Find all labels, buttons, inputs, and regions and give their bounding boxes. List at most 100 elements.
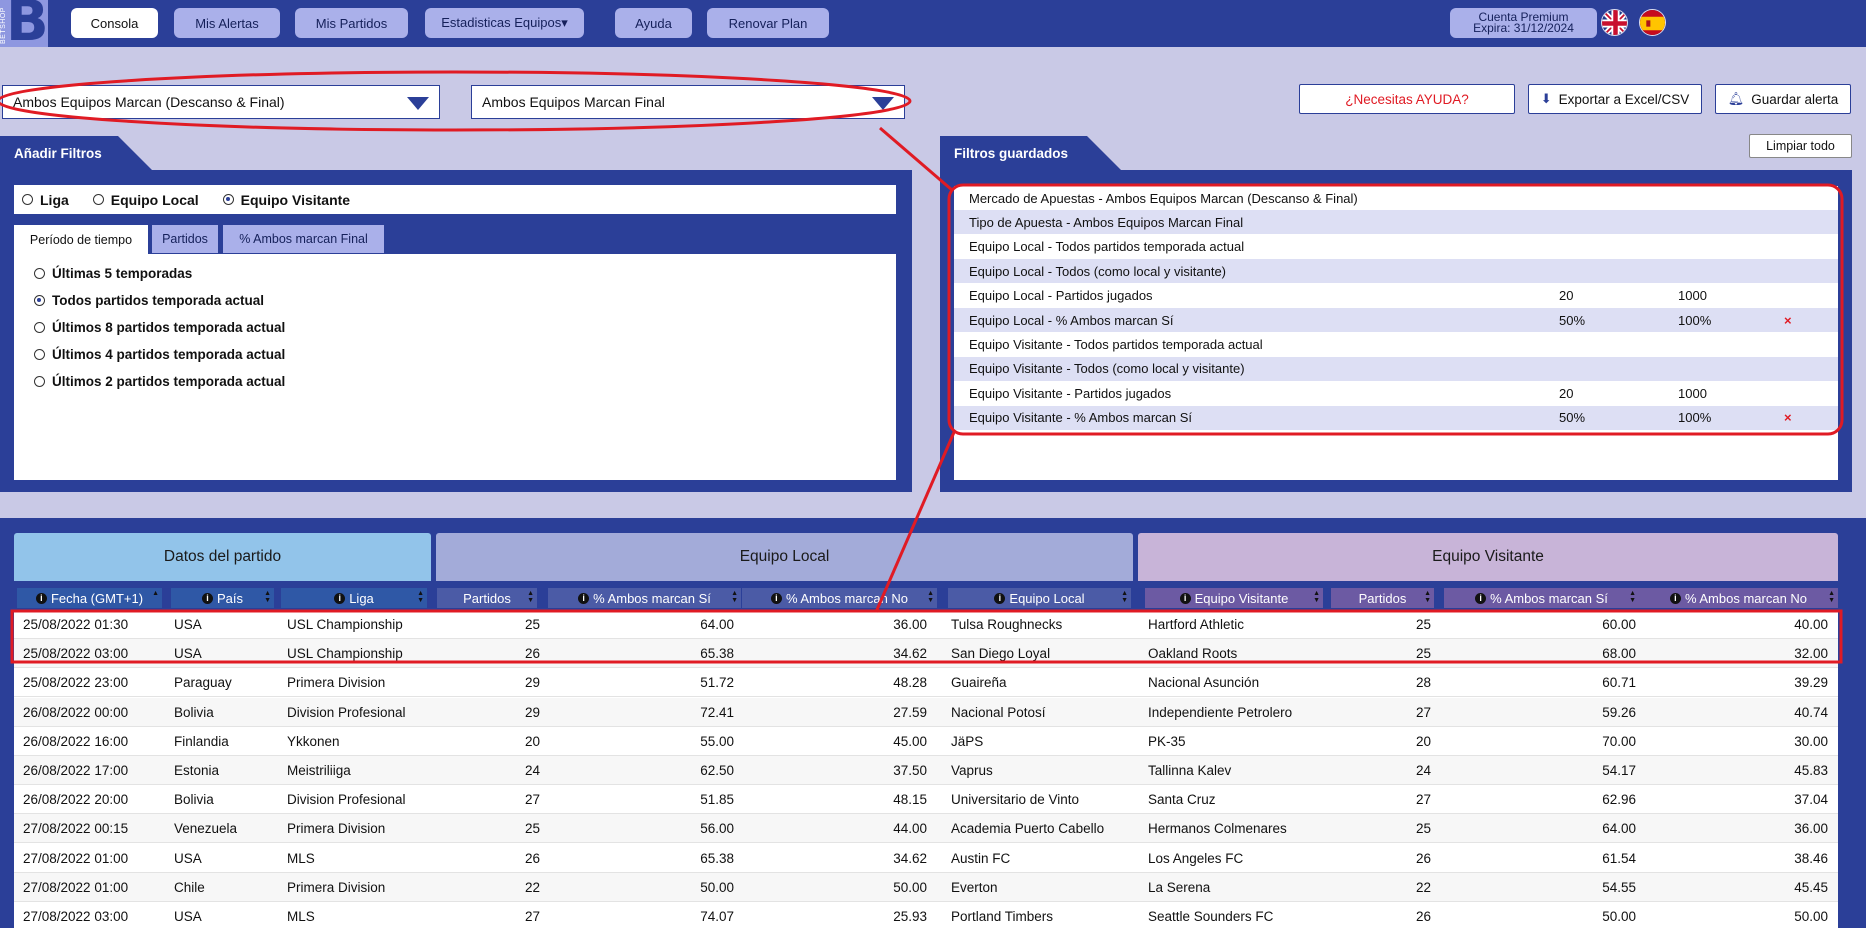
group-datos-partido: Datos del partido	[14, 533, 431, 581]
info-icon[interactable]: i	[1179, 592, 1191, 604]
table-row[interactable]: 26/08/2022 17:00 Estonia Meistriliiga 24 62.…	[14, 756, 1838, 785]
clear-all-button[interactable]: Limpiar todo	[1749, 134, 1852, 158]
table-cell: Santa Cruz	[1148, 792, 1216, 808]
table-cell: 64.00	[1602, 821, 1636, 837]
nav-renovar-plan[interactable]: Renovar Plan	[707, 8, 829, 38]
table-row[interactable]: 25/08/2022 03:00 USA USL Championship 26 65.…	[14, 639, 1838, 669]
nav-mis-partidos[interactable]: Mis Partidos	[295, 8, 408, 38]
sort-icon[interactable]: ▲ ▼	[1313, 590, 1320, 604]
sort-icon[interactable]: ▲ ▼	[1424, 590, 1431, 604]
option-ultimos-8-partidos[interactable]: Últimos 8 partidos temporada actual	[34, 320, 285, 335]
info-icon[interactable]: i	[35, 592, 47, 604]
table-cell: 25	[524, 821, 540, 837]
sort-icon[interactable]: ▲ ▼	[731, 590, 738, 604]
column-header-7[interactable]: i Equipo Visitante ▲ ▼	[1145, 588, 1323, 608]
option-todos-partidos[interactable]: Todos partidos temporada actual	[34, 293, 264, 308]
radio-circle-selected	[34, 295, 45, 306]
table-cell: 25	[1415, 617, 1431, 632]
nav-estadisticas-equipos[interactable]: Estadisticas Equipos▾	[425, 8, 584, 38]
saved-filter-label: Equipo Local - Todos partidos temporada …	[969, 239, 1245, 255]
info-icon[interactable]: i	[578, 592, 590, 604]
table-cell: Estonia	[174, 763, 220, 778]
column-header-label: Partidos	[1358, 590, 1407, 606]
tab-periodo-de-tiempo[interactable]: Período de tiempo	[14, 225, 148, 255]
table-cell: 34.62	[893, 646, 927, 662]
option-ultimos-2-partidos[interactable]: Últimos 2 partidos temporada actual	[34, 374, 285, 389]
table-row[interactable]: 27/08/2022 01:00 USA MLS 26 65.38 34.62 Austin…	[14, 844, 1838, 873]
uk-flag-icon[interactable]	[1601, 9, 1628, 36]
column-header-5[interactable]: i% Ambos marcan No ▲ ▼	[742, 588, 937, 608]
sort-icon[interactable]: ▲ ▼	[417, 590, 424, 604]
column-header-2[interactable]: i Liga ▲ ▼	[281, 588, 427, 608]
bet-type-select[interactable]: Ambos Equipos Marcan Final	[471, 85, 905, 119]
radio-liga[interactable]: Liga	[22, 192, 69, 208]
option-ultimas-5-temporadas[interactable]: Últimas 5 temporadas	[34, 266, 192, 281]
table-cell: Independiente Petrolero	[1148, 704, 1293, 720]
table-row[interactable]: 25/08/2022 01:30 USA USL Championship 25 64.…	[14, 610, 1838, 639]
tab-partidos[interactable]: Partidos	[152, 225, 218, 253]
saved-filter-label: Equipo Visitante - Partidos jugados	[969, 385, 1172, 401]
help-button[interactable]: ¿Necesitas AYUDA?	[1299, 84, 1515, 114]
info-icon[interactable]: i	[1669, 592, 1681, 604]
radio-equipo-local[interactable]: Equipo Local	[92, 192, 199, 208]
sort-icon[interactable]: ▲ ▼	[527, 590, 534, 604]
radio-equipo-visitante[interactable]: Equipo Visitante	[222, 191, 351, 208]
radio-label: Equipo Visitante	[240, 191, 351, 208]
export-button[interactable]: ⬇ Exportar a Excel/CSV	[1528, 84, 1702, 114]
nav-ayuda[interactable]: Ayuda	[615, 8, 692, 38]
saved-filter-max: 1000	[1678, 385, 1707, 401]
nav-consola[interactable]: Consola	[71, 8, 158, 38]
table-cell: 51.85	[700, 792, 734, 808]
info-icon[interactable]: i	[334, 592, 346, 604]
table-cell: Bolivia	[174, 704, 214, 720]
info-icon[interactable]: i	[1475, 592, 1487, 604]
account-badge[interactable]: Cuenta Premium Expira: 31/12/2024	[1450, 8, 1597, 38]
sort-icon[interactable]: ▲ ▼	[1121, 590, 1128, 604]
column-header-0[interactable]: i Fecha (GMT+1) ▲	[17, 588, 162, 608]
table-row[interactable]: 26/08/2022 20:00 Bolivia Division Profesio…	[14, 785, 1838, 815]
logo[interactable]: BETSHOP B	[0, 0, 48, 47]
table-cell: Meistriliiga	[287, 763, 351, 778]
info-icon[interactable]: i	[201, 592, 213, 604]
logo-letter: B	[6, 0, 48, 47]
table-cell: USA	[174, 617, 202, 632]
sort-icon[interactable]: ▲ ▼	[927, 590, 934, 604]
column-header-10[interactable]: i% Ambos marcan No ▲ ▼	[1639, 588, 1838, 608]
remove-filter-icon[interactable]: ×	[1784, 313, 1792, 328]
radio-label: Liga	[40, 191, 69, 208]
save-alert-button[interactable]: 🔔︎ Guardar alerta	[1715, 84, 1851, 114]
column-header-6[interactable]: i Equipo Local ▲ ▼	[948, 588, 1131, 608]
table-cell: 27	[524, 792, 540, 808]
table-row[interactable]: 25/08/2022 23:00 Paraguay Primera Division…	[14, 668, 1838, 698]
table-cell: Academia Puerto Cabello	[951, 821, 1105, 837]
info-icon[interactable]: i	[770, 592, 782, 604]
remove-filter-icon[interactable]: ×	[1784, 410, 1792, 425]
table-row[interactable]: 27/08/2022 03:00 USA MLS 27 74.07 25.93 Portla…	[14, 902, 1838, 928]
sort-icon[interactable]: ▲ ▼	[1629, 590, 1636, 604]
table-cell: 48.28	[893, 675, 927, 691]
table-row[interactable]: 27/08/2022 00:15 Venezuela Primera Divisio…	[14, 814, 1838, 844]
market-select[interactable]: Ambos Equipos Marcan (Descanso & Final)	[2, 85, 440, 119]
table-row[interactable]: 26/08/2022 16:00 Finlandia Ykkonen 20 55.00 4…	[14, 727, 1838, 756]
table-cell: 62.96	[1602, 792, 1636, 808]
table-cell: 26	[1415, 909, 1431, 924]
column-header-label: Equipo Local	[1009, 590, 1085, 606]
column-header-3[interactable]: Partidos ▲ ▼	[437, 588, 537, 608]
spain-flag-icon[interactable]	[1639, 9, 1666, 36]
column-header-8[interactable]: Partidos ▲ ▼	[1331, 588, 1434, 608]
option-ultimos-4-partidos[interactable]: Últimos 4 partidos temporada actual	[34, 347, 285, 362]
group-equipo-local: Equipo Local	[436, 533, 1133, 581]
column-header-9[interactable]: i% Ambos marcan Sí ▲ ▼	[1444, 588, 1639, 608]
table-row[interactable]: 27/08/2022 01:00 Chile Primera Division 22 5…	[14, 872, 1838, 902]
sort-icon[interactable]: ▲	[152, 590, 159, 604]
info-icon[interactable]: i	[994, 592, 1006, 604]
tab-ambos-marcan-final[interactable]: % Ambos marcan Final	[223, 225, 384, 253]
sort-icon[interactable]: ▲ ▼	[1828, 590, 1835, 604]
table-row[interactable]: 26/08/2022 00:00 Bolivia Division Profesio…	[14, 697, 1838, 727]
nav-mis-alertas[interactable]: Mis Alertas	[174, 8, 280, 38]
column-header-4[interactable]: i% Ambos marcan Sí ▲ ▼	[548, 588, 741, 608]
column-header-1[interactable]: i País ▲ ▼	[171, 588, 274, 608]
sort-icon[interactable]: ▲ ▼	[264, 590, 271, 604]
table-cell: Portland Timbers	[951, 909, 1054, 924]
saved-filter-label: Equipo Visitante - % Ambos marcan Sí	[969, 410, 1193, 426]
